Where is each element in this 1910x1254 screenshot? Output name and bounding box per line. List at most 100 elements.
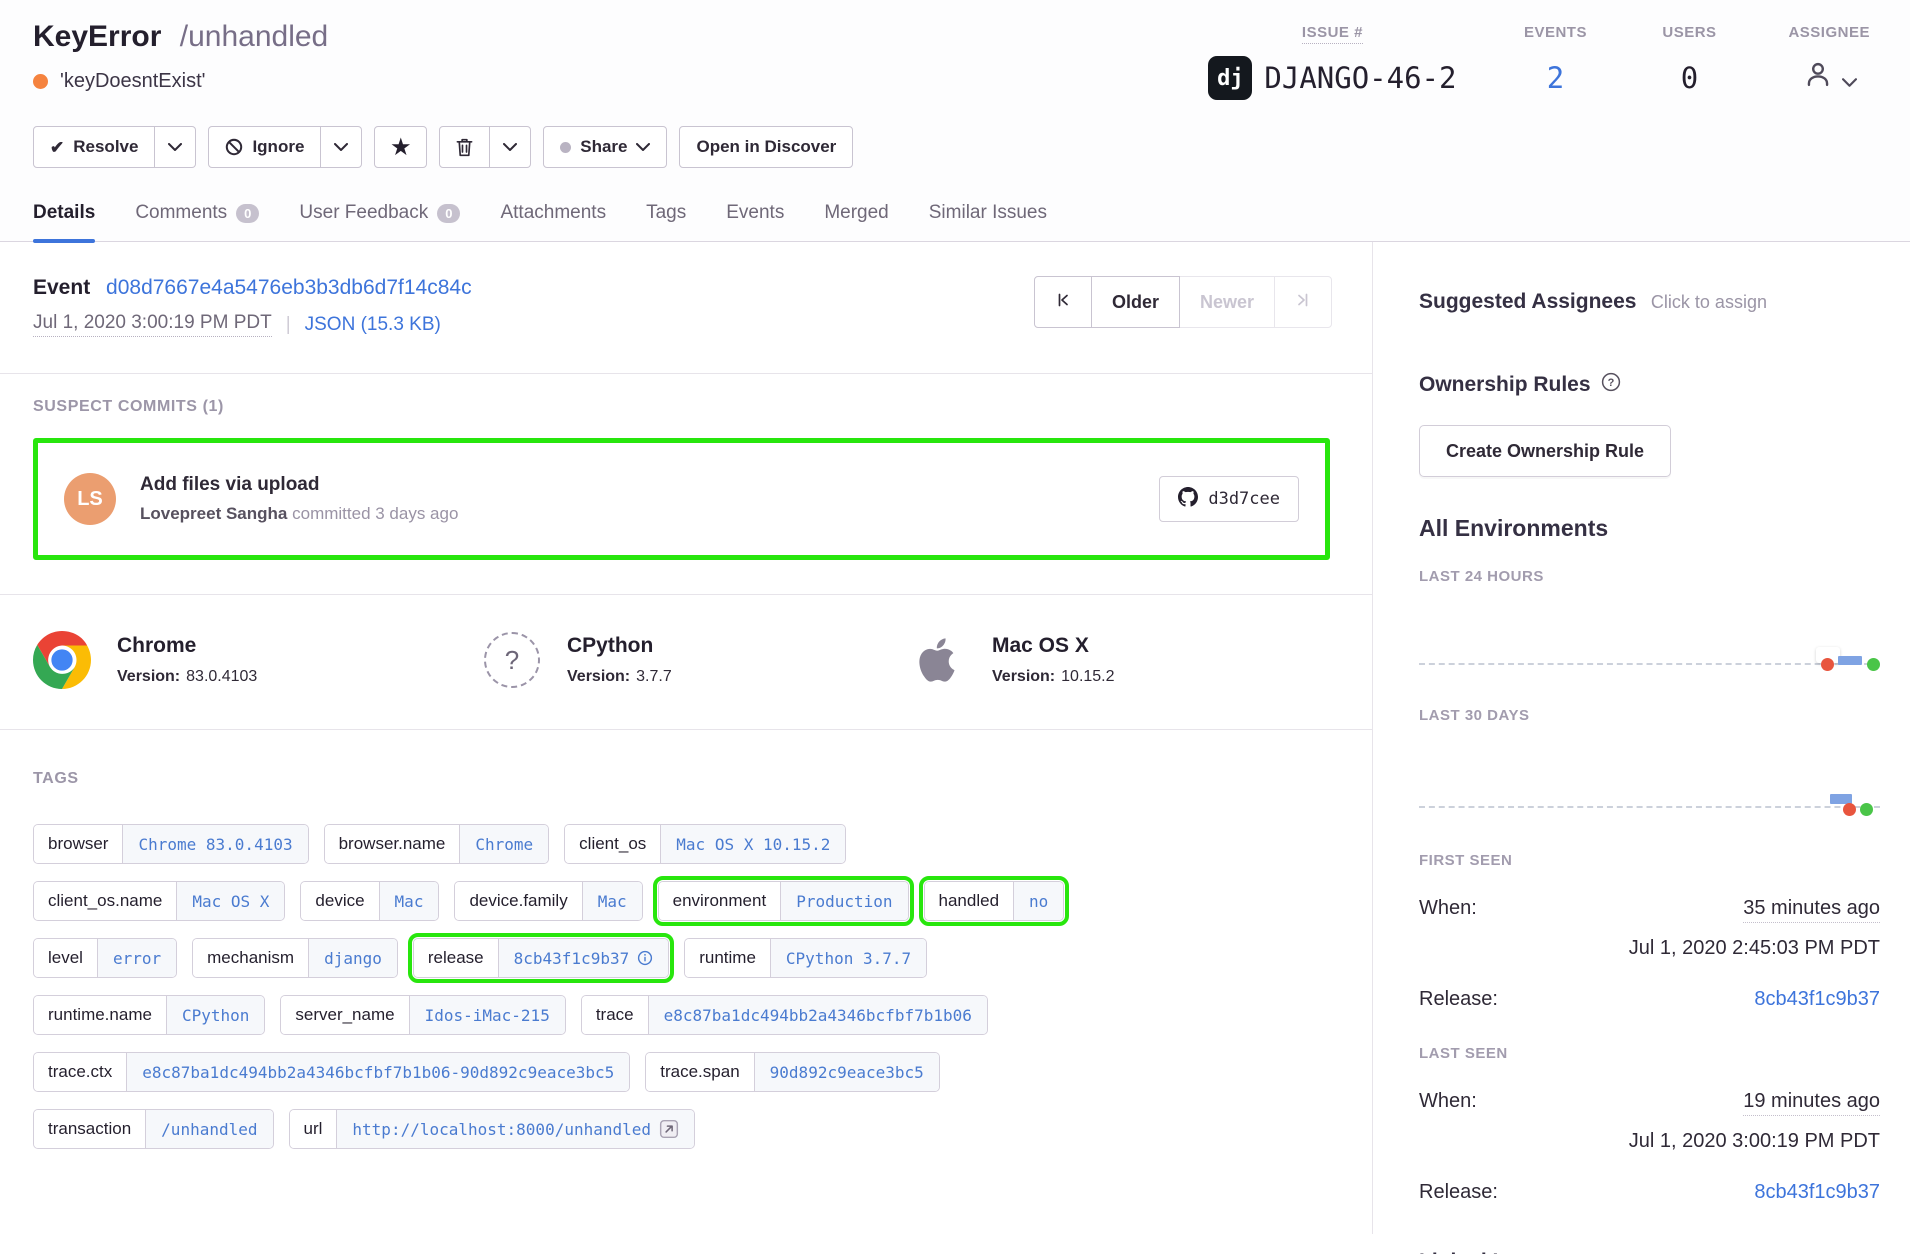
- tag-row: browserChrome 83.0.4103 browser.nameChro…: [33, 824, 1339, 864]
- ignore-button[interactable]: Ignore: [208, 126, 321, 168]
- event-meta-line: Jul 1, 2020 3:00:19 PM PDT | JSON (15.3 …: [33, 312, 472, 337]
- share-button[interactable]: Share: [543, 126, 667, 168]
- tab-details[interactable]: Details: [33, 202, 95, 241]
- event-id-line: Event d08d7667e4a5476eb3b3db6d7f14c84c: [33, 276, 472, 300]
- ignore-dropdown-button[interactable]: [321, 126, 362, 168]
- issue-sidebar: Suggested Assignees Click to assign Owne…: [1372, 242, 1910, 1234]
- issue-detail-page: KeyError /unhandled 'keyDoesntExist' ISS…: [0, 0, 1910, 1254]
- release-label: Release:: [1419, 1181, 1498, 1204]
- stat-users: USERS 0: [1654, 24, 1724, 100]
- external-link-icon[interactable]: [659, 1119, 679, 1139]
- chrome-icon: [33, 631, 91, 689]
- tag-pill-mechanism: mechanismdjango: [192, 938, 398, 978]
- ignore-button-group: Ignore: [208, 126, 362, 168]
- commit-info: Add files via upload Lovepreet Sangha co…: [140, 474, 1159, 524]
- skip-first-icon: [1055, 292, 1071, 313]
- last-24h-sparkline[interactable]: [1419, 585, 1880, 673]
- error-level-dot: [33, 74, 48, 89]
- last-24-hours-label: LAST 24 HOURS: [1419, 568, 1880, 585]
- first-seen-absolute: Jul 1, 2020 2:45:03 PM PDT: [1419, 937, 1880, 960]
- resolve-button-group: ✔ Resolve: [33, 126, 196, 168]
- last-30d-sparkline[interactable]: [1419, 724, 1880, 816]
- click-to-assign-hint: Click to assign: [1651, 292, 1767, 312]
- tag-pill-device: deviceMac: [300, 881, 439, 921]
- last-seen-marker: [1860, 803, 1873, 816]
- issue-message: 'keyDoesntExist': [60, 70, 205, 93]
- stat-assignee-label: ASSIGNEE: [1788, 24, 1870, 41]
- tab-user-feedback[interactable]: User Feedback0: [299, 202, 460, 241]
- tag-pill-client-os: client_osMac OS X 10.15.2: [564, 824, 846, 864]
- tab-similar-issues[interactable]: Similar Issues: [929, 202, 1047, 241]
- newer-event-button[interactable]: Newer: [1179, 276, 1275, 328]
- users-count[interactable]: 0: [1654, 56, 1724, 100]
- stat-events-label: EVENTS: [1524, 24, 1587, 41]
- oldest-event-button[interactable]: [1034, 276, 1092, 328]
- issue-short-id: DJANGO-46-2: [1264, 61, 1456, 95]
- create-ownership-rule-button[interactable]: Create Ownership Rule: [1419, 425, 1671, 477]
- suspect-commits-heading: SUSPECT COMMITS (1): [33, 398, 1339, 416]
- chevron-down-icon: [334, 143, 348, 151]
- open-in-discover-button[interactable]: Open in Discover: [679, 126, 853, 168]
- first-seen-relative: 35 minutes ago: [1743, 897, 1880, 923]
- discover-label: Open in Discover: [696, 137, 836, 157]
- tag-row: runtime.nameCPython server_nameIdos-iMac…: [33, 995, 1339, 1035]
- context-os-text: Mac OS X Version:10.15.2: [992, 634, 1115, 686]
- user-icon: [1802, 58, 1834, 98]
- tag-pill-environment: environmentProduction: [658, 881, 909, 921]
- tag-pill-handled: handledno: [924, 881, 1065, 921]
- first-seen-heading: FIRST SEEN: [1419, 852, 1880, 869]
- delete-dropdown-button[interactable]: [490, 126, 531, 168]
- tab-tags[interactable]: Tags: [646, 202, 686, 241]
- delete-button[interactable]: [439, 126, 490, 168]
- resolve-dropdown-button[interactable]: [155, 126, 196, 168]
- resolve-button[interactable]: ✔ Resolve: [33, 126, 155, 168]
- issue-culprit: /unhandled: [180, 20, 328, 53]
- issue-header: KeyError /unhandled 'keyDoesntExist' ISS…: [0, 0, 1910, 100]
- event-json-link[interactable]: JSON (15.3 KB): [305, 314, 441, 336]
- last-seen-release-row: Release: 8cb43f1c9b37: [1419, 1181, 1880, 1204]
- last-seen-release-link[interactable]: 8cb43f1c9b37: [1754, 1181, 1880, 1204]
- tab-merged[interactable]: Merged: [824, 202, 888, 241]
- feedback-count-badge: 0: [437, 204, 460, 223]
- assignee-dropdown[interactable]: [1788, 56, 1870, 100]
- apple-icon: [908, 631, 966, 689]
- bookmark-star-button[interactable]: ★: [374, 126, 427, 168]
- latest-event-button[interactable]: [1274, 276, 1332, 328]
- commit-subtitle: Lovepreet Sangha committed 3 days ago: [140, 504, 1159, 524]
- first-seen-release-link[interactable]: 8cb43f1c9b37: [1754, 988, 1880, 1011]
- tags-heading: TAGS: [33, 770, 1339, 788]
- commit-sha-button[interactable]: d3d7cee: [1159, 476, 1299, 522]
- action-toolbar: ✔ Resolve Ignore ★: [0, 100, 1910, 168]
- context-runtime-version: Version:3.7.7: [567, 668, 672, 686]
- tag-pill-client-os-name: client_os.nameMac OS X: [33, 881, 285, 921]
- tab-comments[interactable]: Comments0: [135, 202, 259, 241]
- older-event-button[interactable]: Older: [1091, 276, 1180, 328]
- events-count[interactable]: 2: [1520, 56, 1590, 100]
- skip-last-icon: [1295, 292, 1311, 313]
- suggested-assignees-title: Suggested Assignees: [1419, 290, 1636, 313]
- commit-author: Lovepreet Sangha: [140, 504, 287, 523]
- main-column: Event d08d7667e4a5476eb3b3db6d7f14c84c J…: [0, 242, 1372, 1234]
- sparkline-baseline: [1419, 806, 1880, 808]
- tag-pill-release: release8cb43f1c9b37: [413, 938, 669, 978]
- tag-row: levelerror mechanismdjango release8cb43f…: [33, 938, 1339, 978]
- issue-title-block: KeyError /unhandled 'keyDoesntExist': [33, 18, 328, 93]
- chevron-down-icon: [168, 143, 182, 151]
- info-icon[interactable]: [637, 950, 653, 966]
- event-id-link[interactable]: d08d7667e4a5476eb3b3db6d7f14c84c: [106, 276, 472, 299]
- sparkline-baseline: [1419, 663, 1880, 665]
- context-os: Mac OS X Version:10.15.2: [908, 631, 1115, 689]
- context-browser-text: Chrome Version:83.0.4103: [117, 634, 257, 686]
- help-question-icon[interactable]: ?: [1601, 372, 1621, 397]
- tab-attachments[interactable]: Attachments: [500, 202, 606, 241]
- tag-pill-level: levelerror: [33, 938, 177, 978]
- context-browser-name: Chrome: [117, 634, 257, 658]
- commit-title: Add files via upload: [140, 474, 1159, 496]
- tab-events[interactable]: Events: [726, 202, 784, 241]
- first-seen-release-row: Release: 8cb43f1c9b37: [1419, 988, 1880, 1011]
- tag-row: transaction/unhandled urlhttp://localhos…: [33, 1109, 1339, 1149]
- tag-row: client_os.nameMac OS X deviceMac device.…: [33, 881, 1339, 921]
- event-pagination: Older Newer: [1034, 276, 1332, 328]
- tag-pill-server-name: server_nameIdos-iMac-215: [280, 995, 565, 1035]
- content-area: Event d08d7667e4a5476eb3b3db6d7f14c84c J…: [0, 242, 1910, 1234]
